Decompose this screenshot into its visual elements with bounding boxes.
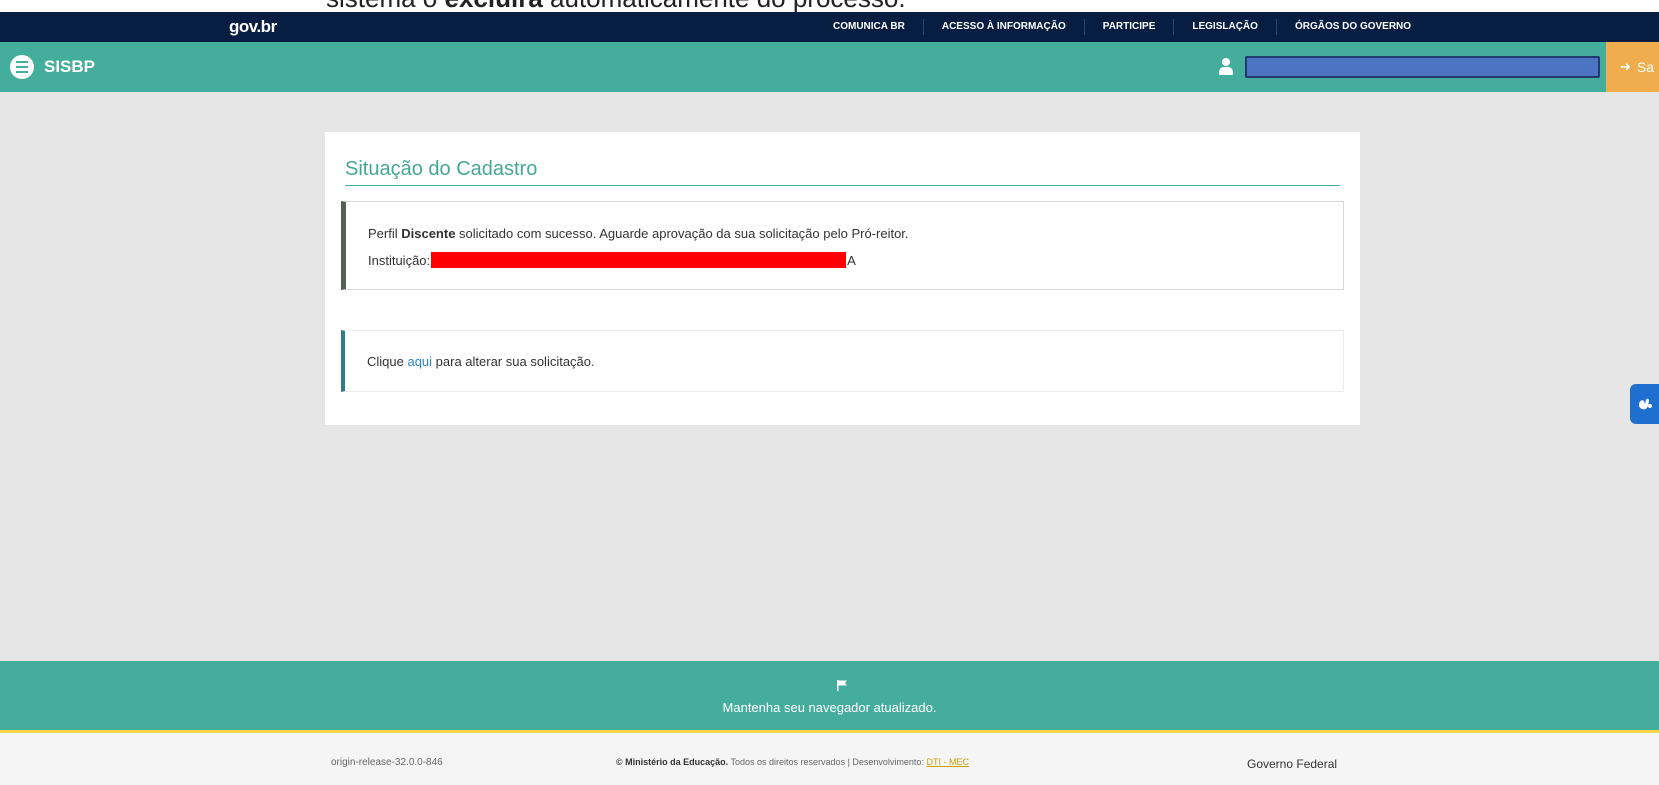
user-icon [1219, 57, 1233, 75]
dti-mec-link[interactable]: DTI - MEC [926, 757, 969, 767]
release-version: origin-release-32.0.0-846 [331, 757, 443, 768]
gov-nav-comunica-br[interactable]: COMUNICA BR [815, 19, 924, 35]
edit-request-text: Clique aqui para alterar sua solicitação… [367, 354, 595, 369]
gov-nav-acesso-informacao[interactable]: ACESSO À INFORMAÇÃO [924, 19, 1085, 35]
edit-request-link[interactable]: aqui [407, 354, 432, 369]
institution-redacted [431, 252, 847, 268]
sign-out-icon: ➜ [1620, 59, 1631, 74]
logout-button[interactable]: ➜ Sa [1606, 42, 1659, 92]
status-message: Perfil Discente solicitado com sucesso. … [368, 226, 909, 241]
edit-request-callout: Clique aqui para alterar sua solicitação… [341, 330, 1344, 392]
gov-bar: gov.br COMUNICA BR ACESSO À INFORMAÇÃO P… [0, 12, 1659, 42]
menu-toggle-icon[interactable] [10, 55, 34, 79]
gov-nav-participe[interactable]: PARTICIPE [1085, 19, 1175, 35]
accessibility-hands-icon[interactable] [1630, 384, 1659, 424]
gov-nav-orgaos-governo[interactable]: ÓRGÃOS DO GOVERNO [1277, 19, 1429, 35]
user-name-redacted [1245, 56, 1600, 78]
card-title-divider [345, 185, 1340, 186]
browser-update-notice: Mantenha seu navegador atualizado. [722, 700, 937, 715]
gov-logo[interactable]: gov.br [229, 17, 277, 37]
caption-text: sistema o excluirá automaticamente do pr… [326, 0, 906, 12]
document-caption: sistema o excluirá automaticamente do pr… [0, 0, 1659, 12]
governo-federal-label: Governo Federal [1247, 757, 1338, 771]
gov-nav-legislacao[interactable]: LEGISLAÇÃO [1174, 19, 1277, 35]
status-alert: Perfil Discente solicitado com sucesso. … [341, 201, 1344, 290]
app-title[interactable]: SISBP [44, 57, 95, 77]
gov-nav: COMUNICA BR ACESSO À INFORMAÇÃO PARTICIP… [815, 12, 1429, 42]
logout-label: Sa [1636, 59, 1655, 75]
footer-bottom: origin-release-32.0.0-846 © Ministério d… [0, 733, 1659, 785]
institution-line: Instituição: A [368, 252, 856, 268]
card-title: Situação do Cadastro [345, 158, 538, 180]
flag-icon [837, 680, 847, 691]
copyright-notice: © Ministério da Educação. Todos os direi… [616, 757, 969, 767]
app-header: SISBP ➜ Sa [0, 42, 1659, 92]
institution-label: Instituição: [368, 252, 431, 268]
institution-tail: A [847, 252, 856, 268]
registration-status-card: Situação do Cadastro Perfil Discente sol… [325, 132, 1360, 425]
footer-notice: Mantenha seu navegador atualizado. [0, 661, 1659, 733]
